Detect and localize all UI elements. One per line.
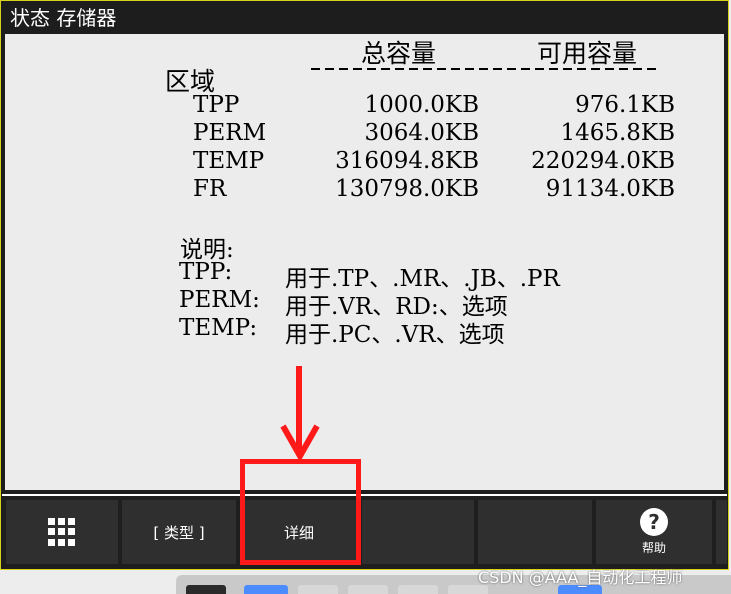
note-key: TPP: — [179, 259, 233, 285]
softkey-edge — [716, 500, 727, 564]
hardware-key[interactable] — [298, 585, 338, 594]
note-text: 用于.PC、.VR、选项 — [285, 322, 505, 348]
col-available-header: 可用容量 — [537, 39, 638, 68]
annotation-highlight-box — [240, 459, 361, 565]
function-key-bar: [ 类型 ] 详细 ? 帮助 — [2, 494, 727, 568]
hardware-key[interactable] — [348, 585, 388, 594]
row-area: FR — [193, 176, 227, 202]
note-key: TEMP: — [179, 315, 258, 341]
help-button[interactable]: ? 帮助 — [596, 500, 712, 564]
menu-button[interactable] — [6, 500, 118, 564]
window-title: 状态 存储器 — [2, 2, 727, 34]
memory-status-screen: 总容量 可用容量 区域 TPP 1000.0KB 976.1KB PERM 30… — [5, 34, 724, 490]
note-key: PERM: — [179, 287, 260, 313]
row-available: 976.1KB — [575, 92, 675, 118]
row-area: PERM — [193, 120, 267, 146]
watermark: CSDN @AAA_自动化工程师 — [478, 568, 683, 587]
row-total: 130798.0KB — [335, 176, 479, 202]
annotation-arrowhead — [280, 424, 320, 460]
row-total: 1000.0KB — [364, 92, 479, 118]
header-divider — [311, 68, 658, 70]
row-area: TPP — [193, 92, 240, 118]
softkey-empty-4[interactable] — [362, 500, 474, 564]
hardware-key[interactable] — [398, 585, 438, 594]
type-button[interactable]: [ 类型 ] — [122, 500, 236, 564]
row-area: TEMP — [193, 148, 265, 174]
hardware-key[interactable] — [244, 585, 288, 594]
col-total-header: 总容量 — [361, 39, 437, 68]
row-total: 3064.0KB — [364, 120, 479, 146]
softkey-empty-5[interactable] — [478, 500, 592, 564]
hardware-key[interactable] — [186, 585, 226, 594]
grid-icon — [48, 518, 76, 546]
row-available: 91134.0KB — [545, 176, 675, 202]
help-label: 帮助 — [641, 541, 666, 555]
row-total: 316094.8KB — [335, 148, 479, 174]
row-available: 1465.8KB — [560, 120, 675, 146]
help-icon: ? — [640, 508, 668, 536]
row-available: 220294.0KB — [531, 148, 675, 174]
